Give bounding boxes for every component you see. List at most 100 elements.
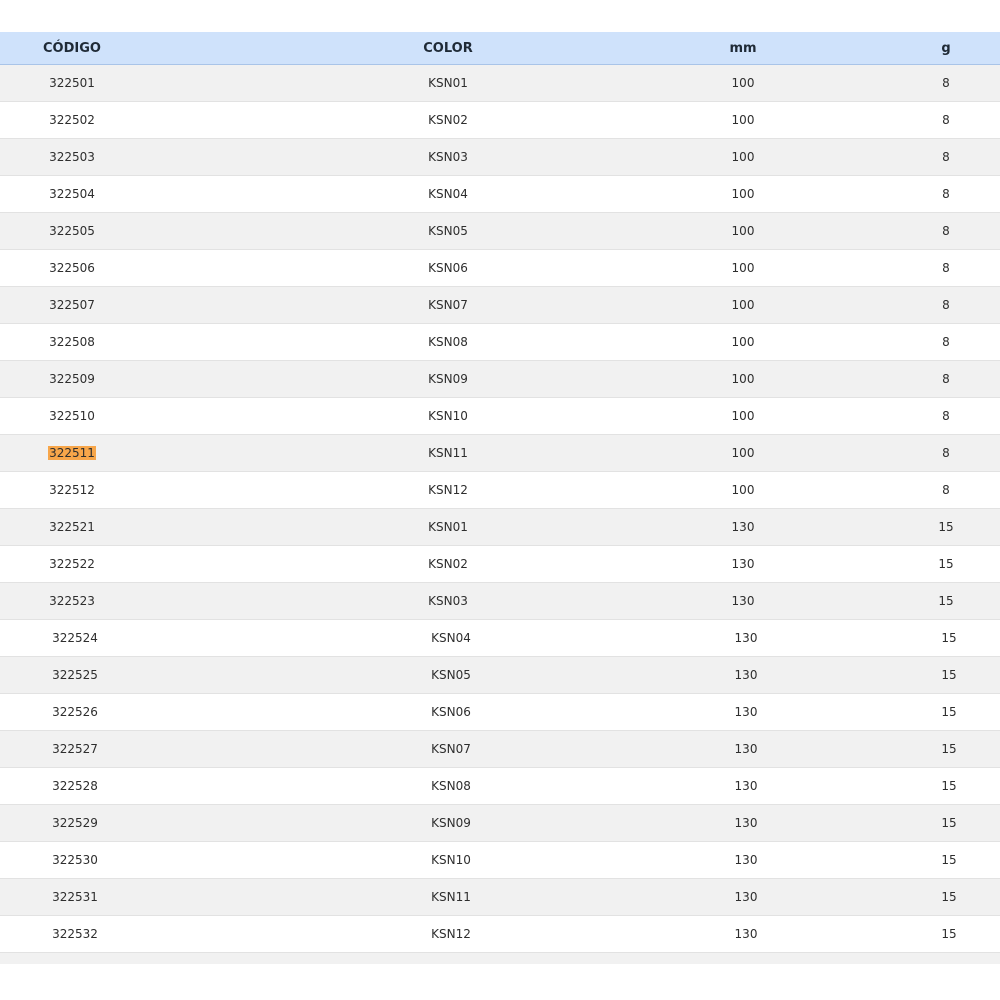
cell-color-text: KSN07 bbox=[431, 742, 471, 756]
table-row: 322530 KSN10 130 15 bbox=[0, 842, 1000, 879]
cell-g-text: 15 bbox=[938, 594, 954, 608]
cell-code: 322501 bbox=[22, 65, 122, 101]
cell-mm-text: 100 bbox=[731, 409, 755, 423]
cell-color-text: KSN04 bbox=[431, 631, 471, 645]
cell-g-text: 15 bbox=[938, 520, 954, 534]
cell-g-text: 8 bbox=[942, 224, 950, 238]
cell-mm: 100 bbox=[693, 361, 793, 397]
cell-color-text: KSN01 bbox=[428, 520, 468, 534]
cell-g: 8 bbox=[896, 139, 996, 175]
cell-color-text: KSN12 bbox=[428, 483, 468, 497]
cell-mm: 100 bbox=[693, 472, 793, 508]
cell-code: 322512 bbox=[22, 472, 122, 508]
cell-g: 8 bbox=[896, 250, 996, 286]
cell-color: KSN01 bbox=[398, 65, 498, 101]
cell-mm: 130 bbox=[696, 657, 796, 693]
table-header: CÓDIGO COLOR mm g bbox=[0, 32, 1000, 65]
cell-code-text: 322504 bbox=[49, 187, 95, 201]
table-row: 322522 KSN02 130 15 bbox=[0, 546, 1000, 583]
cell-g-text: 8 bbox=[942, 113, 950, 127]
cell-g: 15 bbox=[899, 805, 999, 841]
table-row: 322529 KSN09 130 15 bbox=[0, 805, 1000, 842]
cell-code-text: 322522 bbox=[49, 557, 95, 571]
table-row: 322521 KSN01 130 15 bbox=[0, 509, 1000, 546]
cell-code-text: 322528 bbox=[52, 779, 98, 793]
cell-color: KSN03 bbox=[398, 583, 498, 619]
cell-mm-text: 130 bbox=[734, 742, 758, 756]
cell-mm: 100 bbox=[693, 398, 793, 434]
cell-color: KSN07 bbox=[398, 287, 498, 323]
cell-color: KSN11 bbox=[401, 879, 501, 915]
cell-mm: 130 bbox=[696, 694, 796, 730]
cell-g-text: 8 bbox=[942, 150, 950, 164]
cell-color: KSN01 bbox=[398, 509, 498, 545]
cell-color: KSN06 bbox=[398, 250, 498, 286]
cell-g: 8 bbox=[896, 324, 996, 360]
cell-color: KSN08 bbox=[398, 324, 498, 360]
cell-code-text: 322530 bbox=[52, 853, 98, 867]
cell-mm: 130 bbox=[696, 768, 796, 804]
cell-code-text: 322526 bbox=[52, 705, 98, 719]
cell-code-text: 322521 bbox=[49, 520, 95, 534]
cell-g-text: 8 bbox=[942, 261, 950, 275]
cell-code-text: 322507 bbox=[49, 298, 95, 312]
cell-color: KSN08 bbox=[401, 768, 501, 804]
cell-code: 322531 bbox=[25, 879, 125, 915]
cell-g: 8 bbox=[896, 213, 996, 249]
cell-g-text: 8 bbox=[942, 187, 950, 201]
cell-mm: 100 bbox=[693, 139, 793, 175]
cell-g: 8 bbox=[896, 472, 996, 508]
cell-g-text: 15 bbox=[941, 631, 957, 645]
cell-code: 322528 bbox=[25, 768, 125, 804]
cell-code-text: 322502 bbox=[49, 113, 95, 127]
cell-color-text: KSN05 bbox=[431, 668, 471, 682]
cell-g-text: 8 bbox=[942, 372, 950, 386]
cell-color: KSN04 bbox=[401, 620, 501, 656]
cell-color: KSN09 bbox=[398, 361, 498, 397]
cell-g: 8 bbox=[896, 361, 996, 397]
cell-mm: 130 bbox=[696, 842, 796, 878]
cell-g-text: 15 bbox=[941, 742, 957, 756]
cell-mm-text: 100 bbox=[731, 76, 755, 90]
cell-code: 322505 bbox=[22, 213, 122, 249]
cell-mm-text: 130 bbox=[731, 557, 755, 571]
cell-g: 15 bbox=[899, 620, 999, 656]
table-row: 322509 KSN09 100 8 bbox=[0, 361, 1000, 398]
cell-code-text: 322501 bbox=[49, 76, 95, 90]
table-row: 322528 KSN08 130 15 bbox=[0, 768, 1000, 805]
cell-color-text: KSN09 bbox=[428, 372, 468, 386]
cell-mm-text: 100 bbox=[731, 483, 755, 497]
table-row: 322506 KSN06 100 8 bbox=[0, 250, 1000, 287]
cell-g: 15 bbox=[896, 509, 996, 545]
cell-code-text: 322532 bbox=[52, 927, 98, 941]
cell-g: 15 bbox=[899, 768, 999, 804]
cell-color-text: KSN05 bbox=[428, 224, 468, 238]
cell-color-text: KSN10 bbox=[431, 853, 471, 867]
cell-code-text: 322531 bbox=[52, 890, 98, 904]
cell-color-text: KSN03 bbox=[428, 150, 468, 164]
cell-code: 322511 bbox=[22, 435, 122, 471]
cell-color: KSN04 bbox=[398, 176, 498, 212]
table-row: 322503 KSN03 100 8 bbox=[0, 139, 1000, 176]
cell-code: 322502 bbox=[22, 102, 122, 138]
cell-color-text: KSN07 bbox=[428, 298, 468, 312]
cell-g: 8 bbox=[896, 398, 996, 434]
cell-code: 322509 bbox=[22, 361, 122, 397]
cell-mm-text: 100 bbox=[731, 298, 755, 312]
cell-mm-text: 130 bbox=[734, 668, 758, 682]
table-row: 322502 KSN02 100 8 bbox=[0, 102, 1000, 139]
cell-color-text: KSN01 bbox=[428, 76, 468, 90]
cell-mm-text: 100 bbox=[731, 224, 755, 238]
cell-mm-text: 130 bbox=[734, 631, 758, 645]
cell-code-text: 322527 bbox=[52, 742, 98, 756]
table-row: 322525 KSN05 130 15 bbox=[0, 657, 1000, 694]
table-row: 322527 KSN07 130 15 bbox=[0, 731, 1000, 768]
cell-code: 322532 bbox=[25, 916, 125, 952]
cell-color: KSN05 bbox=[398, 213, 498, 249]
cell-code: 322530 bbox=[25, 842, 125, 878]
cell-g: 15 bbox=[899, 731, 999, 767]
cell-code: 322524 bbox=[25, 620, 125, 656]
cell-mm: 130 bbox=[693, 583, 793, 619]
cell-g-text: 15 bbox=[941, 779, 957, 793]
cell-mm-text: 130 bbox=[734, 890, 758, 904]
